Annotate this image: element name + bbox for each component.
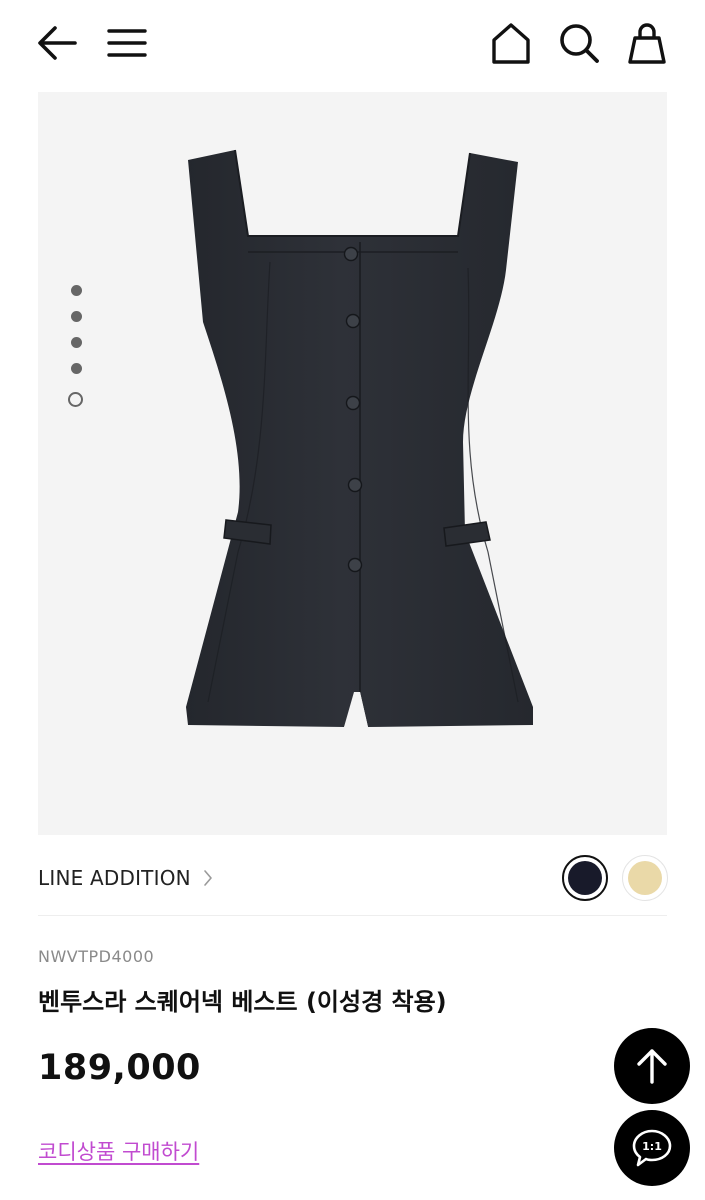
swatch-beige-fill [628, 861, 662, 895]
brand-link[interactable]: LINE ADDITION [38, 862, 213, 894]
chat-label: 1:1 [642, 1140, 662, 1153]
back-button[interactable] [30, 18, 84, 68]
coordi-purchase-link[interactable]: 코디상품 구매하기 [38, 1136, 199, 1166]
home-button[interactable] [484, 16, 538, 70]
gallery-dot-2[interactable] [71, 311, 82, 322]
search-button[interactable] [552, 16, 606, 70]
gallery-dot-4[interactable] [71, 363, 82, 374]
divider [38, 915, 667, 916]
product-image[interactable] [38, 92, 667, 835]
arrow-up-icon [637, 1049, 667, 1084]
product-price: 189,000 [38, 1048, 201, 1088]
shopping-bag-icon [628, 23, 666, 64]
menu-button[interactable] [100, 18, 154, 68]
product-name: 벤투스라 스퀘어넥 베스트 (이성경 착용) [38, 988, 447, 1016]
scroll-top-button[interactable] [614, 1028, 690, 1104]
chat-bubble-icon: 1:1 [632, 1129, 672, 1167]
gallery-dot-1[interactable] [71, 285, 82, 296]
gallery-dot-3[interactable] [71, 337, 82, 348]
shopping-bag-button[interactable] [620, 16, 674, 70]
chat-button[interactable]: 1:1 [614, 1110, 690, 1186]
product-code: NWVTPD4000 [38, 947, 155, 966]
arrow-left-icon [38, 26, 77, 60]
home-icon [492, 23, 530, 64]
gallery-dot-5-active[interactable] [68, 392, 83, 407]
hamburger-menu-icon [107, 29, 147, 57]
search-icon [560, 24, 599, 63]
color-swatch-navy[interactable] [562, 855, 608, 901]
brand-name: LINE ADDITION [38, 866, 191, 890]
vest-image [186, 149, 533, 727]
swatch-navy-fill [568, 861, 602, 895]
color-swatch-beige[interactable] [622, 855, 668, 901]
gallery-pagination [66, 282, 88, 412]
chevron-right-icon [203, 870, 212, 886]
